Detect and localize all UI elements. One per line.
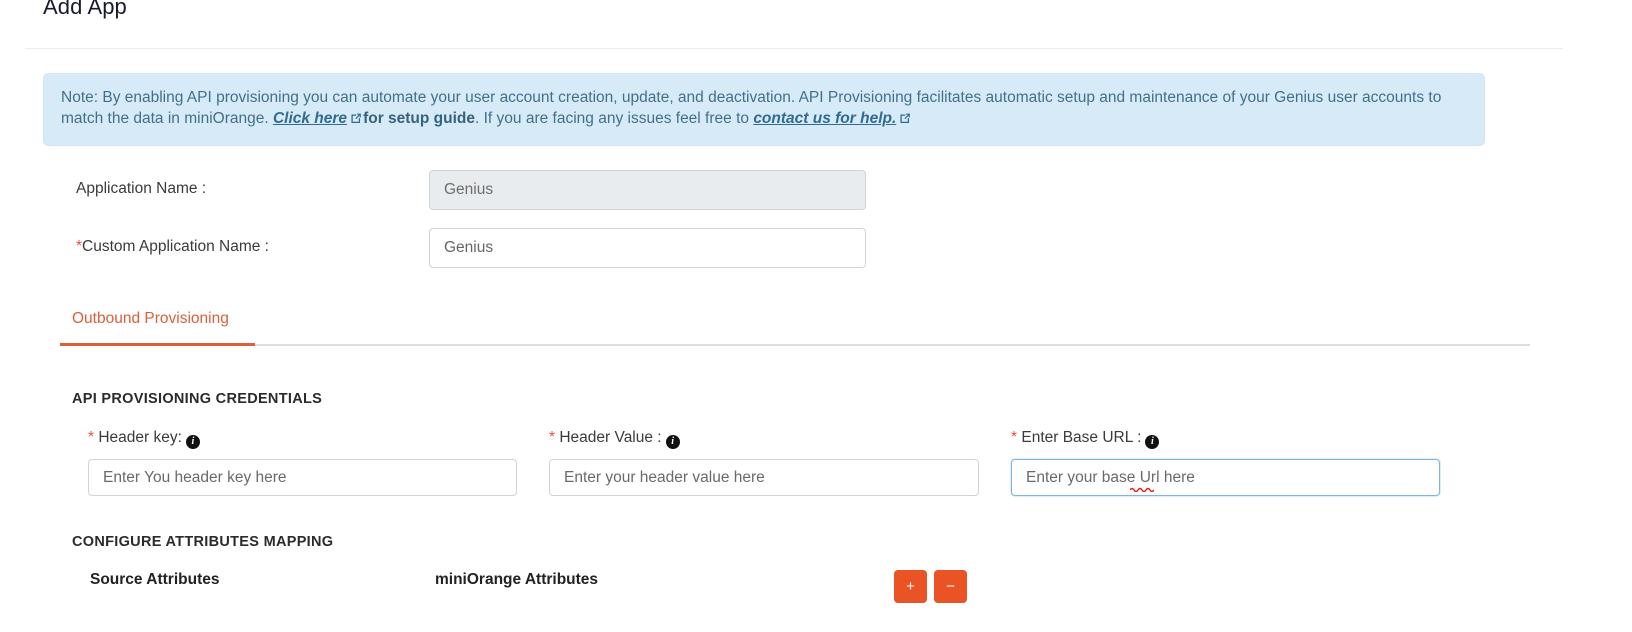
contact-us-link[interactable]: contact us for help. [753,110,896,127]
external-link-icon [349,110,362,131]
base-url-input[interactable] [1011,459,1440,496]
click-here-link[interactable]: Click here [273,110,347,127]
external-link-icon-2 [898,110,911,131]
mapping-section-title: CONFIGURE ATTRIBUTES MAPPING [72,534,334,550]
note-text-part2: for setup guide [363,110,476,127]
application-name-label: Application Name : [76,180,207,197]
header-value-label-text: Header Value : [559,429,662,446]
header-key-label-text: Header key: [98,429,182,446]
required-marker: * [1011,429,1018,446]
tab-bar: Outbound Provisioning [0,300,1632,346]
credentials-section-title: API PROVISIONING CREDENTIALS [72,391,323,407]
header-value-input[interactable] [549,459,979,496]
custom-application-name-label: *Custom Application Name : [76,236,269,258]
required-marker: * [549,429,556,446]
header-value-label: * Header Value :i [549,428,680,449]
custom-application-name-row: *Custom Application Name : [0,228,1632,270]
page-header: Add App [0,0,1632,49]
base-url-label: * Enter Base URL :i [1011,428,1160,449]
info-note-banner: Note: By enabling API provisioning you c… [43,73,1485,146]
remove-mapping-row-button[interactable]: − [934,570,967,603]
application-name-row: Application Name : [0,170,1632,212]
note-text: Note: By enabling API provisioning you c… [61,87,1471,131]
tab-underline-track [60,344,1530,346]
header-key-input[interactable] [88,459,517,496]
info-circle-icon[interactable]: i [1145,435,1160,449]
custom-application-name-label-text: Custom Application Name : [82,238,269,255]
header-divider [25,48,1563,49]
column-header-miniorange-attributes: miniOrange Attributes [435,571,599,588]
add-mapping-row-button[interactable]: + [894,570,927,603]
application-name-input [429,170,866,210]
column-header-source-attributes: Source Attributes [90,571,220,588]
base-url-label-text: Enter Base URL : [1021,429,1142,446]
tab-outbound-provisioning[interactable]: Outbound Provisioning [60,308,241,342]
tab-active-indicator [60,343,255,346]
info-circle-icon[interactable]: i [665,435,680,449]
info-circle-icon[interactable]: i [185,435,200,449]
required-marker: * [88,429,95,446]
note-text-part3: . If you are facing any issues feel free… [475,110,754,127]
page-title: Add App [43,0,127,19]
header-key-label: * Header key: i [88,428,200,449]
custom-application-name-input[interactable] [429,228,866,268]
